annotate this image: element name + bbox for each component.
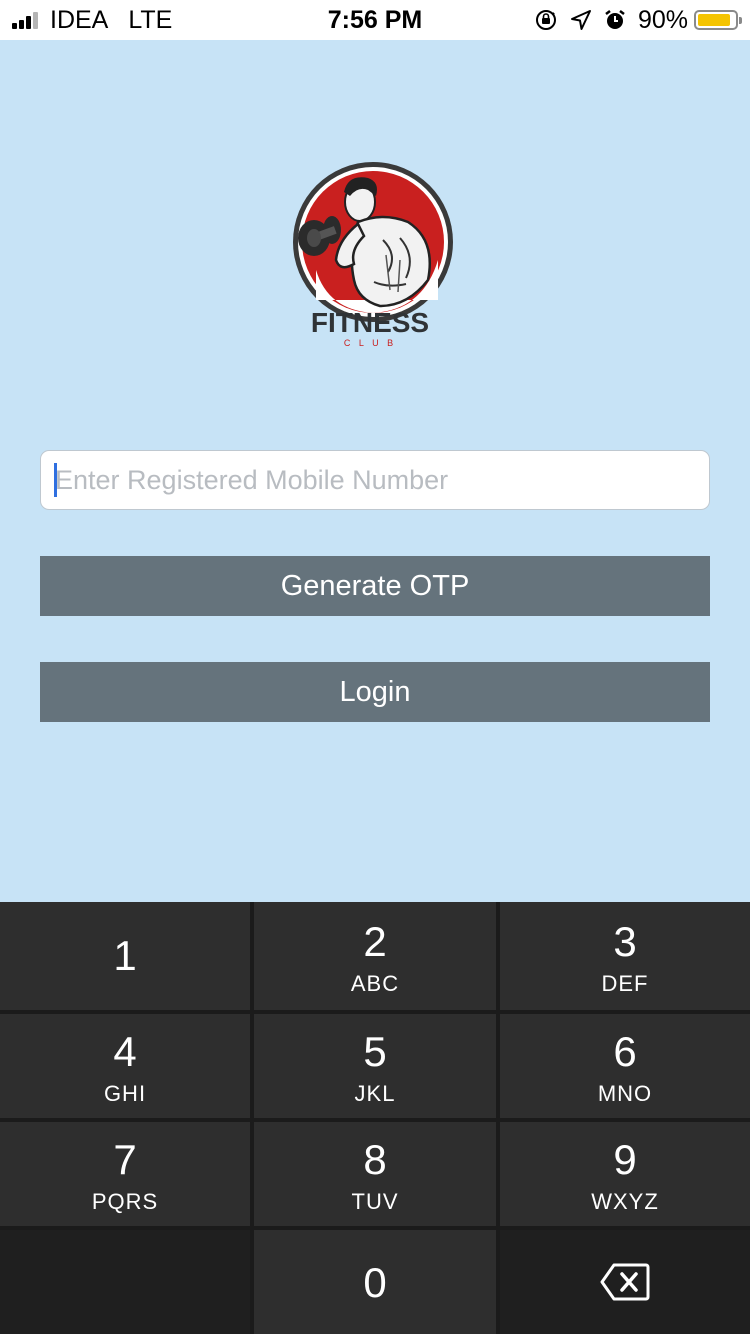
delete-key[interactable] xyxy=(500,1230,750,1334)
key-letters: JKL xyxy=(354,1081,396,1106)
key-letters: PQRS xyxy=(91,1189,159,1214)
key-letters: GHI xyxy=(103,1081,147,1106)
key-digit: 4 xyxy=(113,1028,137,1075)
login-screen: IDEA LTE 7:56 PM 90% FITNESS C L U B Ent… xyxy=(0,0,750,1334)
generate-otp-button[interactable]: Generate OTP xyxy=(40,556,710,616)
key-letters: MNO xyxy=(597,1081,653,1106)
key-5[interactable]: 5 JKL xyxy=(254,1014,496,1118)
key-6[interactable]: 6 MNO xyxy=(500,1014,750,1118)
key-9[interactable]: 9 WXYZ xyxy=(500,1122,750,1226)
key-7[interactable]: 7 PQRS xyxy=(0,1122,250,1226)
key-blank xyxy=(0,1230,250,1334)
battery-icon xyxy=(694,10,742,30)
login-button[interactable]: Login xyxy=(40,662,710,722)
status-bar: IDEA LTE 7:56 PM 90% xyxy=(0,0,750,40)
key-digit: 0 xyxy=(363,1259,387,1306)
alarm-icon xyxy=(605,10,625,29)
key-digit: 1 xyxy=(113,932,137,979)
logo-subtitle: C L U B xyxy=(344,338,396,348)
fitness-club-logo: FITNESS C L U B xyxy=(288,160,458,350)
key-digit: 2 xyxy=(363,918,387,965)
key-letters: DEF xyxy=(601,971,649,996)
key-digit: 7 xyxy=(113,1136,137,1183)
key-digit: 9 xyxy=(613,1136,637,1183)
key-digit: 6 xyxy=(613,1028,637,1075)
battery-percent: 90% xyxy=(637,5,688,34)
key-letters: ABC xyxy=(350,971,400,996)
key-letters: TUV xyxy=(351,1189,399,1214)
bodybuilder-logo-icon: FITNESS C L U B xyxy=(293,162,453,348)
numeric-keypad: 1 2 ABC 3 DEF 4 GHI 5 JKL 6 MNO 7 PQRS 8 xyxy=(0,902,750,1334)
location-arrow-icon xyxy=(570,10,591,30)
key-8[interactable]: 8 TUV xyxy=(254,1122,496,1226)
status-right: 90% xyxy=(534,5,742,34)
key-0[interactable]: 0 xyxy=(254,1230,496,1334)
logo-title: FITNESS xyxy=(311,307,429,338)
key-4[interactable]: 4 GHI xyxy=(0,1014,250,1118)
key-digit: 3 xyxy=(613,918,637,965)
mobile-number-input[interactable] xyxy=(40,450,710,510)
text-cursor xyxy=(54,463,57,497)
orientation-lock-icon xyxy=(535,10,556,30)
key-letters: WXYZ xyxy=(591,1189,659,1214)
backspace-icon xyxy=(600,1263,650,1301)
key-3[interactable]: 3 DEF xyxy=(500,902,750,1010)
key-digit: 5 xyxy=(363,1028,387,1075)
key-digit: 8 xyxy=(363,1136,387,1183)
key-2[interactable]: 2 ABC xyxy=(254,902,496,1010)
battery-level xyxy=(698,14,731,26)
key-1[interactable]: 1 xyxy=(0,902,250,1010)
